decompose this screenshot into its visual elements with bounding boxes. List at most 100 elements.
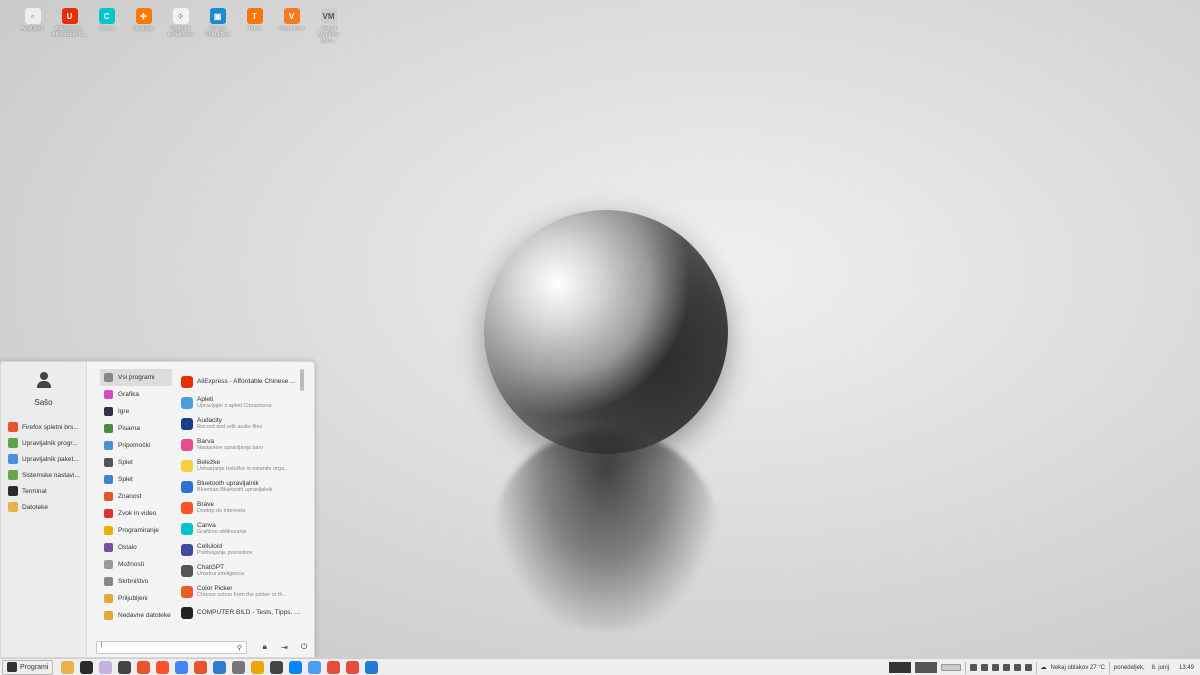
category-item[interactable]: Vsi programi	[100, 369, 172, 386]
category-item[interactable]: Priljubljeni	[100, 590, 172, 607]
app-item[interactable]: Bluetooth upravljalnik Blueman Bluetooth …	[173, 476, 314, 497]
panel-launcher-icon[interactable]	[194, 660, 208, 674]
desktop-app-icon: T	[246, 8, 263, 24]
app-item[interactable]: Apleti Upravljajte z apleti Cinnamona	[173, 392, 314, 413]
workspace-1[interactable]	[888, 662, 911, 673]
taskbar: Programi ☁ Nekaj oblakov 27 °C ponedelje…	[0, 658, 1200, 675]
favorite-item[interactable]: Datoteke	[1, 499, 86, 515]
desktop-icon[interactable]: T Temu	[236, 8, 273, 44]
shield-icon[interactable]	[969, 664, 977, 671]
desktop-app-icon: U	[61, 8, 78, 24]
desktop-icon[interactable]: V Victor.com	[273, 8, 310, 44]
desktop-icon[interactable]: ▣ Oracle VirtualBox	[199, 8, 236, 44]
category-item[interactable]: Programiranje	[100, 522, 172, 539]
panel-launcher-icon[interactable]	[61, 660, 75, 674]
panel-launcher-icon[interactable]	[99, 660, 113, 674]
favorite-item[interactable]: Firefox spletni brs...	[1, 419, 86, 435]
category-item[interactable]: Zvok in video	[100, 505, 172, 522]
clock-date[interactable]: 8. junij	[1152, 665, 1169, 671]
category-item[interactable]: Skrbništvo	[100, 573, 172, 590]
clock-time[interactable]: 13:49	[1179, 665, 1194, 671]
panel-launcher-icon[interactable]	[80, 660, 94, 674]
category-icon	[104, 441, 113, 450]
panel-launcher-icon[interactable]	[346, 660, 360, 674]
app-name: ChatGPT	[197, 564, 225, 571]
logout-icon[interactable]: ⇥	[275, 643, 295, 652]
app-item[interactable]: Canva Grafično oblikovanje	[173, 518, 314, 539]
desktop-icon[interactable]: VM Virtual Machine Man...	[310, 8, 347, 44]
app-item[interactable]: COMPUTER BILD - Tests, Tipps, N...	[173, 602, 314, 623]
search-input[interactable]: | ⚲	[96, 640, 247, 654]
category-icon	[104, 407, 113, 416]
workspace-2[interactable]	[914, 662, 937, 673]
panel-launcher-icon[interactable]	[175, 660, 189, 674]
display-icon[interactable]	[991, 664, 999, 671]
category-item[interactable]: Pisarna	[100, 420, 172, 437]
clock-day[interactable]: ponedeljek,	[1114, 665, 1145, 671]
battery-icon[interactable]	[1024, 664, 1032, 671]
panel-launcher-icon[interactable]	[289, 660, 303, 674]
app-list-scrollbar[interactable]	[300, 369, 304, 391]
category-icon	[104, 543, 113, 552]
volume-icon[interactable]	[1013, 664, 1021, 671]
weather-text[interactable]: Nekaj oblakov 27 °C	[1051, 665, 1105, 671]
panel-launcher-icon[interactable]	[156, 660, 170, 674]
panel-launcher-icon[interactable]	[118, 660, 132, 674]
desktop-icon[interactable]: C Canva	[88, 8, 125, 44]
favorite-item[interactable]: Terminal	[1, 483, 86, 499]
lock-screen-icon[interactable]: 🔒︎	[255, 642, 275, 652]
category-item[interactable]: Splet	[100, 471, 172, 488]
app-item[interactable]: Beležke Ustvarjanje beležke in ostanite o…	[173, 455, 314, 476]
app-name: Color Picker	[197, 585, 233, 592]
desktop-icon-label: Canva	[98, 26, 115, 32]
category-item[interactable]: Pripomočki	[100, 437, 172, 454]
app-item[interactable]: Color Picker Choose colors from the picke…	[173, 581, 314, 602]
app-item[interactable]: AliExpress - Affordable Chinese ...	[173, 371, 314, 392]
printer-icon[interactable]	[980, 664, 988, 671]
app-item[interactable]: Barva Nastavitve upravljanja barv	[173, 434, 314, 455]
category-item[interactable]: Splet	[100, 454, 172, 471]
category-icon	[104, 373, 113, 382]
favorite-item[interactable]: Upravljalnik paket...	[1, 451, 86, 467]
favorite-app-icon	[8, 454, 18, 464]
desktop-icon[interactable]: ⁘ Digitalni trofeji.com	[162, 8, 199, 44]
panel-launcher-icon[interactable]	[270, 660, 284, 674]
category-item[interactable]: Grafika	[100, 386, 172, 403]
app-item[interactable]: Audacity Record and edit audio files	[173, 413, 314, 434]
category-item[interactable]: Ostalo	[100, 539, 172, 556]
panel-launcher-icon[interactable]	[308, 660, 322, 674]
menu-button[interactable]: Programi	[2, 659, 54, 675]
category-item[interactable]: Znanost	[100, 488, 172, 505]
app-item[interactable]: Brave Dostop do interneta	[173, 497, 314, 518]
favorites-list: Firefox spletni brs... Upravljalnik progr…	[1, 419, 86, 515]
panel-launcher-icon[interactable]	[213, 660, 227, 674]
panel-launcher-icon[interactable]	[327, 660, 341, 674]
search-input-value: |	[101, 641, 103, 648]
favorite-label: Datoteke	[22, 503, 49, 511]
app-icon	[181, 522, 193, 535]
panel-launcher-icon[interactable]	[251, 660, 265, 674]
favorite-item[interactable]: Upravljalnik progr...	[1, 435, 86, 451]
panel-launcher-icon[interactable]	[232, 660, 246, 674]
app-text: Beležke Ustvarjanje beležke in ostanite o…	[197, 459, 303, 472]
category-label: Zvok in video	[118, 510, 157, 517]
desktop-icon[interactable]: U AliExpress - Affordable C...	[51, 8, 88, 44]
favorite-label: Upravljalnik progr...	[22, 439, 78, 447]
favorite-label: Terminal	[22, 487, 47, 495]
category-label: Pisarna	[118, 425, 141, 432]
app-item[interactable]: ChatGPT Umetna inteligenca	[173, 560, 314, 581]
workspace-switcher-icon[interactable]	[940, 664, 961, 671]
network-icon[interactable]	[1002, 664, 1010, 671]
panel-launcher-icon[interactable]	[365, 660, 379, 674]
power-icon[interactable]: ⏻	[294, 642, 314, 652]
desktop-icon[interactable]: ▫ AnyDesk	[14, 8, 51, 44]
app-icon	[181, 543, 193, 556]
category-item[interactable]: Nedavne datoteke	[100, 607, 172, 624]
panel-launcher-icon[interactable]	[137, 660, 151, 674]
category-item[interactable]: Igre	[100, 403, 172, 420]
favorite-item[interactable]: Sistemske nastavi...	[1, 467, 86, 483]
desktop-icon[interactable]: ✣ Desktop	[125, 8, 162, 44]
app-item[interactable]: Celluloid Predvajanje posnetkov	[173, 539, 314, 560]
user-avatar-icon[interactable]	[36, 372, 51, 388]
category-item[interactable]: Možnosti	[100, 556, 172, 573]
